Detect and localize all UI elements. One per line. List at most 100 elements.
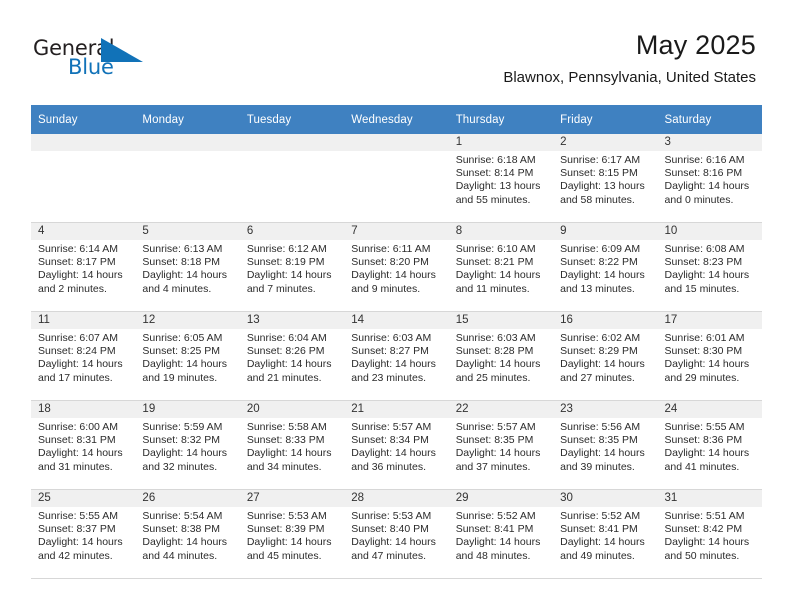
daylight-text-line1: Daylight: 14 hours <box>351 447 436 460</box>
day-details: Sunrise: 5:53 AM Sunset: 8:40 PM Daylight:… <box>344 507 448 563</box>
day-number: 31 <box>657 490 762 507</box>
calendar-day[interactable]: 3 Sunrise: 6:16 AM Sunset: 8:16 PM Daylight… <box>657 134 762 223</box>
daylight-text-line1: Daylight: 14 hours <box>455 358 541 371</box>
calendar-day[interactable]: 8 Sunrise: 6:10 AM Sunset: 8:21 PM Daylight… <box>448 223 554 312</box>
calendar-day[interactable]: 19 Sunrise: 5:59 AM Sunset: 8:32 PM Dayligh… <box>135 401 240 490</box>
sunset-text: Sunset: 8:26 PM <box>246 345 325 358</box>
calendar-cell: 14 Sunrise: 6:03 AM Sunset: 8:27 PM Dayligh… <box>344 312 449 401</box>
calendar-day[interactable]: 13 Sunrise: 6:04 AM Sunset: 8:26 PM Dayligh… <box>239 312 345 401</box>
calendar-day[interactable]: 20 Sunrise: 5:58 AM Sunset: 8:33 PM Dayligh… <box>239 401 345 490</box>
sunrise-text: Sunrise: 6:02 AM <box>560 332 641 344</box>
daylight-text-line1: Daylight: 14 hours <box>664 358 750 371</box>
calendar-day[interactable]: 21 Sunrise: 5:57 AM Sunset: 8:34 PM Dayligh… <box>344 401 449 490</box>
daylight-text-line2: and 49 minutes. <box>560 549 635 562</box>
calendar-day[interactable]: 27 Sunrise: 5:53 AM Sunset: 8:39 PM Dayligh… <box>239 490 345 579</box>
daylight-text-line1: Daylight: 14 hours <box>351 269 436 282</box>
calendar-week-row: 25 Sunrise: 5:55 AM Sunset: 8:37 PM Dayligh… <box>31 490 762 579</box>
day-details: Sunrise: 5:55 AM Sunset: 8:37 PM Daylight:… <box>31 507 135 563</box>
daylight-text-line2: and 29 minutes. <box>664 371 740 384</box>
day-number: 26 <box>135 490 240 507</box>
calendar-day[interactable]: 7 Sunrise: 6:11 AM Sunset: 8:20 PM Daylight… <box>344 223 449 312</box>
day-number: 30 <box>553 490 658 507</box>
calendar-day[interactable]: 23 Sunrise: 5:56 AM Sunset: 8:35 PM Dayligh… <box>553 401 658 490</box>
sunset-text: Sunset: 8:35 PM <box>455 434 534 447</box>
sunrise-text: Sunrise: 6:03 AM <box>455 332 536 344</box>
daylight-text-line1: Daylight: 14 hours <box>455 447 541 460</box>
daylight-text-line2: and 34 minutes. <box>246 460 322 473</box>
sunrise-text: Sunrise: 6:05 AM <box>142 332 223 344</box>
sunset-text: Sunset: 8:23 PM <box>664 256 743 269</box>
calendar-day[interactable]: 10 Sunrise: 6:08 AM Sunset: 8:23 PM Dayligh… <box>657 223 762 312</box>
calendar-day[interactable]: 5 Sunrise: 6:13 AM Sunset: 8:18 PM Daylight… <box>135 223 240 312</box>
sunrise-text: Sunrise: 5:56 AM <box>560 421 641 433</box>
day-number: 15 <box>448 312 554 329</box>
weekday-header-wednesday: Wednesday <box>344 105 449 134</box>
calendar-day[interactable]: 30 Sunrise: 5:52 AM Sunset: 8:41 PM Dayligh… <box>553 490 658 579</box>
day-details: Sunrise: 6:05 AM Sunset: 8:25 PM Daylight:… <box>135 329 239 385</box>
calendar-day[interactable]: 4 Sunrise: 6:14 AM Sunset: 8:17 PM Daylight… <box>31 223 136 312</box>
calendar-day[interactable]: 9 Sunrise: 6:09 AM Sunset: 8:22 PM Daylight… <box>553 223 658 312</box>
page-title: May 2025 <box>635 30 756 60</box>
calendar-day[interactable]: 15 Sunrise: 6:03 AM Sunset: 8:28 PM Dayligh… <box>448 312 554 401</box>
calendar-day[interactable]: 6 Sunrise: 6:12 AM Sunset: 8:19 PM Daylight… <box>239 223 345 312</box>
calendar-day[interactable]: 16 Sunrise: 6:02 AM Sunset: 8:29 PM Dayligh… <box>553 312 658 401</box>
day-number: 19 <box>135 401 240 418</box>
daylight-text-line2: and 23 minutes. <box>351 371 426 384</box>
calendar-day[interactable]: 28 Sunrise: 5:53 AM Sunset: 8:40 PM Dayligh… <box>344 490 449 579</box>
calendar-day[interactable]: 29 Sunrise: 5:52 AM Sunset: 8:41 PM Dayligh… <box>448 490 554 579</box>
daylight-text-line1: Daylight: 13 hours <box>560 180 645 193</box>
page-subtitle: Blawnox, Pennsylvania, United States <box>503 69 756 86</box>
weekday-header-monday: Monday <box>135 105 240 134</box>
daylight-text-line1: Daylight: 14 hours <box>246 358 332 371</box>
day-number: 24 <box>657 401 762 418</box>
day-number <box>344 134 449 151</box>
calendar-day[interactable]: 25 Sunrise: 5:55 AM Sunset: 8:37 PM Dayligh… <box>31 490 136 579</box>
day-details: Sunrise: 6:13 AM Sunset: 8:18 PM Daylight:… <box>135 240 239 296</box>
sunrise-text: Sunrise: 5:52 AM <box>560 510 641 522</box>
calendar-day[interactable]: 12 Sunrise: 6:05 AM Sunset: 8:25 PM Dayligh… <box>135 312 240 401</box>
day-details: Sunrise: 5:54 AM Sunset: 8:38 PM Daylight:… <box>135 507 239 563</box>
daylight-text-line1: Daylight: 14 hours <box>560 447 645 460</box>
daylight-text-line1: Daylight: 14 hours <box>455 269 541 282</box>
day-details: Sunrise: 5:52 AM Sunset: 8:41 PM Daylight:… <box>553 507 657 563</box>
calendar-day[interactable]: 1 Sunrise: 6:18 AM Sunset: 8:14 PM Daylight… <box>448 134 554 223</box>
calendar-cell: 23 Sunrise: 5:56 AM Sunset: 8:35 PM Dayligh… <box>553 401 658 490</box>
daylight-text-line2: and 13 minutes. <box>560 282 635 295</box>
calendar-day[interactable]: 18 Sunrise: 6:00 AM Sunset: 8:31 PM Dayligh… <box>31 401 136 490</box>
sunset-text: Sunset: 8:29 PM <box>560 345 638 358</box>
daylight-text-line2: and 9 minutes. <box>351 282 421 295</box>
sunrise-text: Sunrise: 6:08 AM <box>664 243 745 255</box>
calendar-day[interactable]: 22 Sunrise: 5:57 AM Sunset: 8:35 PM Dayligh… <box>448 401 554 490</box>
calendar-day[interactable]: 26 Sunrise: 5:54 AM Sunset: 8:38 PM Dayligh… <box>135 490 240 579</box>
sunrise-text: Sunrise: 6:16 AM <box>664 154 745 166</box>
calendar-day[interactable]: 2 Sunrise: 6:17 AM Sunset: 8:15 PM Daylight… <box>553 134 658 223</box>
general-blue-logo[interactable]: General Blue <box>33 36 148 82</box>
day-details: Sunrise: 6:03 AM Sunset: 8:28 PM Daylight:… <box>449 329 553 385</box>
sunset-text: Sunset: 8:41 PM <box>560 523 638 536</box>
calendar-day-empty <box>344 134 449 223</box>
day-details: Sunrise: 6:16 AM Sunset: 8:16 PM Daylight:… <box>658 151 762 207</box>
daylight-text-line1: Daylight: 14 hours <box>142 269 228 282</box>
daylight-text-line2: and 47 minutes. <box>351 549 426 562</box>
day-details: Sunrise: 6:10 AM Sunset: 8:21 PM Daylight:… <box>449 240 553 296</box>
sunrise-text: Sunrise: 6:10 AM <box>455 243 536 255</box>
daylight-text-line1: Daylight: 14 hours <box>246 269 332 282</box>
daylight-text-line2: and 31 minutes. <box>38 460 113 473</box>
calendar-day[interactable]: 14 Sunrise: 6:03 AM Sunset: 8:27 PM Dayligh… <box>344 312 449 401</box>
calendar-day[interactable]: 24 Sunrise: 5:55 AM Sunset: 8:36 PM Dayligh… <box>657 401 762 490</box>
daylight-text-line2: and 39 minutes. <box>560 460 635 473</box>
sunrise-text: Sunrise: 5:54 AM <box>142 510 223 522</box>
calendar-cell: 7 Sunrise: 6:11 AM Sunset: 8:20 PM Daylight… <box>344 223 449 312</box>
daylight-text-line1: Daylight: 14 hours <box>142 358 228 371</box>
sunset-text: Sunset: 8:30 PM <box>664 345 743 358</box>
day-details: Sunrise: 5:57 AM Sunset: 8:34 PM Daylight:… <box>344 418 448 474</box>
sunset-text: Sunset: 8:14 PM <box>455 167 534 180</box>
sunrise-text: Sunrise: 5:55 AM <box>664 421 745 433</box>
calendar-day[interactable]: 17 Sunrise: 6:01 AM Sunset: 8:30 PM Dayligh… <box>657 312 762 401</box>
sunrise-text: Sunrise: 6:01 AM <box>664 332 745 344</box>
day-details: Sunrise: 5:52 AM Sunset: 8:41 PM Daylight:… <box>449 507 553 563</box>
calendar-page: General Blue May 2025 Blawnox, Pennsylva… <box>0 0 792 612</box>
calendar-day[interactable]: 31 Sunrise: 5:51 AM Sunset: 8:42 PM Dayligh… <box>657 490 762 579</box>
calendar-day[interactable]: 11 Sunrise: 6:07 AM Sunset: 8:24 PM Dayligh… <box>31 312 136 401</box>
calendar-cell: 4 Sunrise: 6:14 AM Sunset: 8:17 PM Daylight… <box>31 223 136 312</box>
